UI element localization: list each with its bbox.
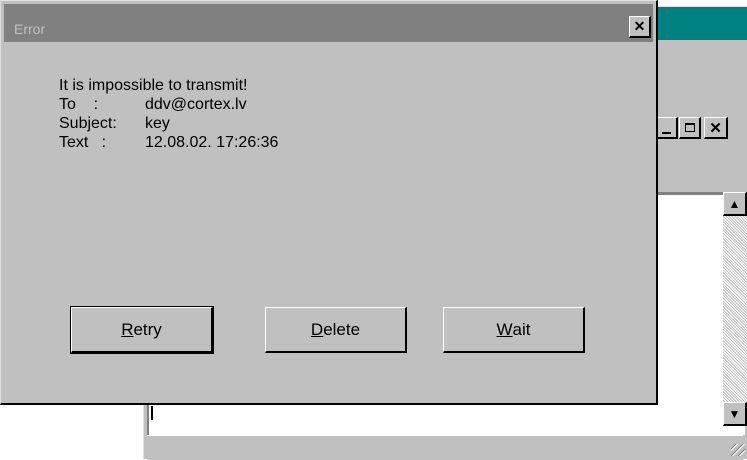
maximize-icon	[684, 123, 695, 132]
minimize-button[interactable]	[656, 117, 678, 139]
wait-mnemonic: W	[496, 319, 513, 339]
message-line: It is impossible to transmit!	[59, 77, 248, 94]
to-row: To : ddv@cortex.lv	[59, 95, 278, 114]
scroll-up-button[interactable]: ▲	[723, 192, 747, 216]
wait-label: ait	[512, 319, 531, 339]
subject-value: key	[145, 115, 170, 132]
error-message: It is impossible to transmit! To : ddv@co…	[59, 76, 278, 152]
text-cursor	[151, 406, 153, 420]
close-icon: ✕	[709, 119, 722, 137]
scroll-down-button[interactable]: ▼	[723, 402, 747, 426]
background-window-statusbar	[147, 435, 743, 460]
resize-grip[interactable]	[731, 444, 745, 456]
scroll-up-icon: ▲	[728, 196, 741, 211]
dialog-close-button[interactable]: ✕	[629, 16, 651, 38]
background-close-button[interactable]: ✕	[704, 117, 728, 139]
minimize-icon	[662, 131, 671, 134]
retry-button[interactable]: Retry	[70, 306, 214, 354]
error-dialog: Error ✕ It is impossible to transmit! To…	[0, 0, 658, 405]
retry-mnemonic: R	[121, 319, 134, 339]
vertical-scrollbar[interactable]	[723, 192, 747, 426]
retry-label: etry	[133, 319, 162, 339]
text-value: 12.08.02. 17:26:36	[145, 134, 279, 151]
text-row: Text : 12.08.02. 17:26:36	[59, 133, 278, 152]
scroll-down-icon: ▼	[728, 406, 741, 421]
close-icon: ✕	[633, 18, 646, 34]
subject-row: Subject: key	[59, 114, 278, 133]
dialog-titlebar[interactable]: Error ✕	[4, 4, 653, 42]
delete-button[interactable]: Delete	[265, 307, 407, 353]
text-label: Text :	[59, 134, 107, 151]
delete-label: elete	[323, 319, 361, 339]
to-label: To :	[59, 96, 99, 113]
delete-mnemonic: D	[310, 319, 324, 339]
to-value: ddv@cortex.lv	[145, 96, 247, 113]
wait-button[interactable]: Wait	[443, 307, 585, 353]
dialog-title: Error	[14, 21, 46, 37]
subject-label: Subject:	[59, 115, 117, 132]
maximize-button[interactable]	[679, 117, 701, 139]
